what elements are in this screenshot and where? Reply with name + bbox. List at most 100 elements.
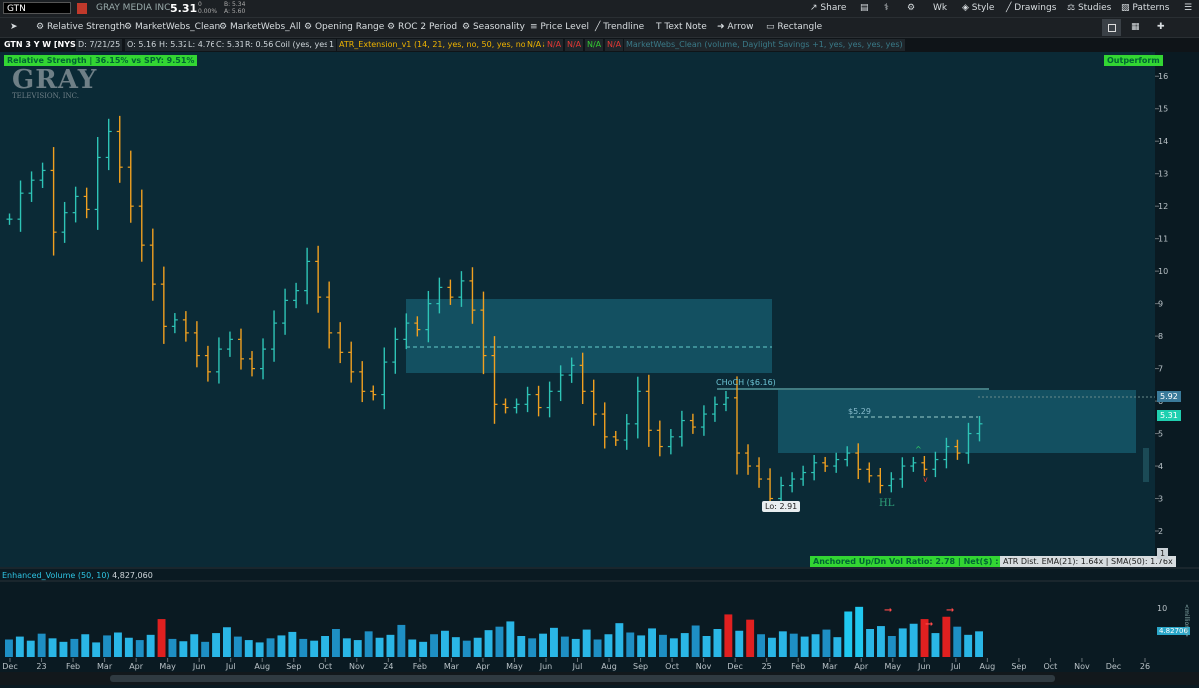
price-axis-label: 11 (1158, 235, 1168, 244)
tool-marketwebs-all[interactable]: ⚙ MarketWebs_All (219, 21, 301, 34)
volume-bar (244, 640, 253, 657)
study-coil: Coil (yes, yes) (273, 39, 334, 51)
chart-area[interactable]: 2345678910111213141516 Dec23FebMarAprMay… (0, 52, 1199, 685)
company-name: GRAY MEDIA INC (96, 3, 171, 13)
time-axis-label: Mar (97, 662, 113, 671)
volume-bar (146, 634, 155, 657)
price-chart-svg[interactable]: 2345678910111213141516 Dec23FebMarAprMay… (0, 52, 1199, 685)
time-axis: Dec 23 Feb Mar Apr May Jun Jul Aug Sep Oct Nov 24 Feb… (2, 658, 1150, 671)
time-axis-label: Jun (192, 662, 206, 671)
price-axis-label: 7 (1158, 365, 1163, 374)
menu-icon[interactable]: ☰ (1184, 2, 1192, 15)
volume-profile-handle[interactable] (1143, 448, 1149, 482)
volume-bar (473, 637, 482, 657)
volume-bar (135, 640, 144, 657)
volume-bar (70, 638, 79, 657)
style-button[interactable]: ◈ Style (962, 2, 994, 15)
volume-bar (898, 628, 907, 657)
volume-bar (233, 636, 242, 657)
volume-bar (724, 614, 733, 657)
price-axis-label: 16 (1158, 72, 1168, 81)
volume-bar (887, 636, 896, 657)
study-na-5: N/A (605, 39, 624, 51)
symbol-input[interactable]: GTN (3, 2, 71, 14)
time-axis-label: Sep (633, 662, 648, 671)
volume-bar (310, 640, 319, 657)
flask-icon[interactable]: ⚕ (884, 2, 889, 15)
volume-bar (593, 639, 602, 657)
studies-label: Studies (1077, 3, 1112, 13)
tool-label: Trendline (603, 22, 645, 32)
symbol-clear-icon[interactable] (77, 3, 87, 14)
price-axis-label: 2 (1158, 527, 1163, 536)
volume-bar (157, 619, 166, 657)
time-axis-label: Mar (444, 662, 460, 671)
scrollbar-thumb[interactable] (110, 675, 1055, 682)
price-axis-label: 3 (1158, 495, 1163, 504)
time-axis-label: Dec (1106, 662, 1121, 671)
cursor-icon[interactable]: ➤ (10, 21, 18, 34)
low-callout: Lo: 2.91 (762, 501, 801, 512)
single-layout-button[interactable] (1102, 19, 1121, 36)
study-na-1: N/A (525, 39, 544, 51)
volume-bar (277, 635, 286, 657)
tool-rectangle[interactable]: ▭ Rectangle (766, 21, 822, 34)
volume-bar (757, 634, 765, 657)
time-axis-label: Dec (2, 662, 17, 671)
share-button[interactable]: ↗ Share (810, 2, 846, 15)
volume-bar (375, 637, 384, 657)
time-axis-label: Jun (539, 662, 553, 671)
volume-bar (626, 632, 635, 657)
time-axis-label: 24 (383, 662, 393, 671)
volume-bar (582, 629, 591, 657)
share-label: Share (820, 3, 847, 13)
volume-bar (691, 625, 700, 657)
tool-trendline[interactable]: ╱ Trendline (595, 21, 644, 34)
time-axis-label: Oct (1043, 662, 1057, 671)
volume-bar (495, 626, 504, 657)
scroll-bar-area[interactable] (0, 672, 1199, 685)
tool-relative-strength[interactable]: ⚙ Relative Strength (36, 21, 125, 34)
patterns-button[interactable]: ▧ Patterns (1121, 2, 1169, 15)
volume-bar (539, 633, 547, 657)
volume-bar (844, 611, 853, 657)
drawing-toolbar: ➤ ⚙ Relative Strength ⚙ MarketWebs_Clean… (0, 18, 1199, 38)
time-axis-label: 23 (36, 662, 46, 671)
volume-bar (15, 636, 24, 657)
studies-button[interactable]: ⚖ Studies (1067, 2, 1111, 15)
price-axis-label: 5 (1158, 430, 1163, 439)
volume-unit: <millions> (1183, 604, 1190, 638)
timeframe-button[interactable]: Wk (933, 2, 947, 15)
study-na-3: N/A (565, 39, 584, 51)
volume-study-name: Enhanced_Volume (50, 10) (2, 571, 110, 580)
tool-seasonality[interactable]: ⚙ Seasonality (462, 21, 525, 34)
volume-bar (811, 634, 820, 657)
crosshair-icon[interactable]: ✚ (1157, 21, 1165, 34)
volume-bar (953, 626, 962, 657)
down-marker-icon: v (923, 475, 928, 484)
volume-bar (179, 641, 188, 657)
outperform-badge: Outperform (1104, 55, 1163, 66)
gear-icon[interactable]: ⚙ (907, 2, 915, 15)
volume-bar (713, 629, 722, 657)
time-axis-label: Jul (950, 662, 961, 671)
bid-ask: B: 5.34 A: 5.60 (224, 1, 245, 15)
window-icon[interactable]: ▤ (860, 2, 869, 15)
volume-bar (397, 624, 406, 657)
volume-bar (833, 637, 842, 657)
tool-text-note[interactable]: T Text Note (656, 21, 707, 34)
volume-bar (909, 623, 918, 657)
drawings-button[interactable]: ╱ Drawings (1006, 2, 1056, 15)
chart-title: GTN 3 Y W [NYSE] (4, 40, 85, 49)
ask: A: 5.60 (224, 8, 246, 15)
tool-arrow[interactable]: ➜ Arrow (717, 21, 753, 34)
grid-layout-icon[interactable]: ▦ (1131, 21, 1140, 34)
tool-opening-range[interactable]: ⚙ Opening Range (304, 21, 384, 34)
volume-bar (441, 630, 449, 657)
time-axis-label: Apr (854, 662, 869, 671)
study-range: R: 0.56 (243, 39, 276, 51)
change-pct: 0.00% (198, 8, 218, 15)
tool-roc[interactable]: ⚙ ROC 2 Period (387, 21, 457, 34)
tool-price-level[interactable]: ≡ Price Level (530, 21, 589, 34)
tool-marketwebs-clean[interactable]: ⚙ MarketWebs_Clean (124, 21, 220, 34)
